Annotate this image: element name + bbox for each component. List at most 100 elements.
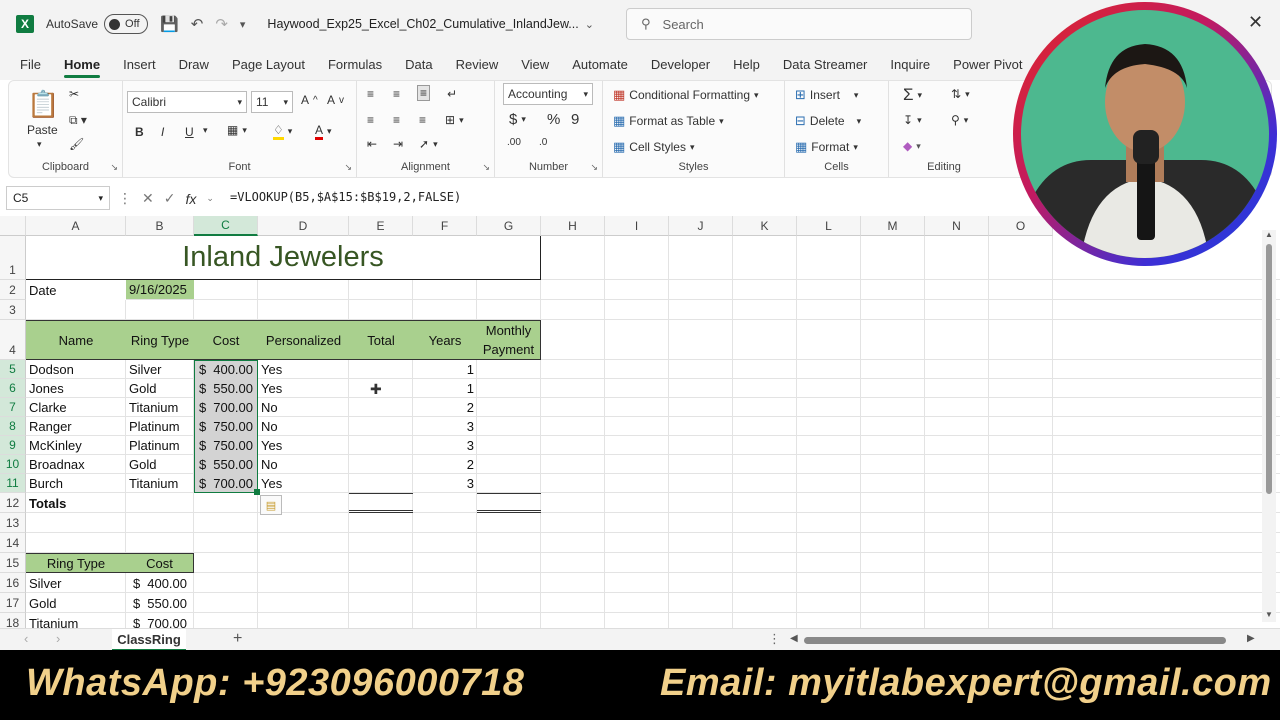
fill-color-icon[interactable]: ♢ ▾ (273, 123, 292, 140)
row-header-12[interactable]: 12 (0, 493, 26, 513)
cell-ring-type[interactable]: Titanium (126, 474, 194, 493)
row-header-6[interactable]: 6 (0, 379, 26, 398)
format-as-table-button[interactable]: ▦ Format as Table ▾ (613, 113, 724, 129)
row-header-3[interactable]: 3 (0, 300, 26, 320)
tab-help[interactable]: Help (733, 57, 760, 72)
sort-filter-icon[interactable]: ⇅ ▾ (951, 87, 970, 101)
tab-formulas[interactable]: Formulas (328, 57, 382, 72)
cell-cost[interactable]: 550.00 (200, 455, 256, 474)
underline-button[interactable]: U (185, 125, 194, 139)
column-header-l[interactable]: L (797, 216, 861, 236)
cell-name[interactable]: McKinley (26, 436, 126, 455)
row-header-16[interactable]: 16 (0, 573, 26, 593)
borders-icon[interactable]: ▦ ▾ (227, 123, 247, 137)
tab-view[interactable]: View (521, 57, 549, 72)
horizontal-scrollbar[interactable] (804, 637, 1226, 644)
currency-icon[interactable]: $ ▾ (509, 111, 526, 128)
autosave-toggle[interactable]: Off (104, 14, 149, 34)
chevron-down-icon[interactable]: ⌄ (585, 18, 594, 31)
bottom-align-icon[interactable]: ≡ (417, 85, 431, 101)
cell-cost[interactable]: 700.00 (200, 474, 256, 493)
cell-name[interactable]: Broadnax (26, 455, 126, 474)
cell-personalized[interactable]: No (258, 398, 349, 417)
cell-years[interactable]: 3 (413, 417, 477, 436)
cell-cost[interactable]: 400.00 (200, 360, 256, 379)
cut-icon[interactable]: ✂ (69, 87, 79, 101)
scroll-down-icon[interactable]: ▼ (1265, 610, 1273, 619)
column-header-a[interactable]: A (26, 216, 126, 236)
cell-ring-type[interactable]: Silver (126, 360, 194, 379)
cell-years[interactable]: 1 (413, 360, 477, 379)
comma-icon[interactable]: 9 (571, 111, 579, 128)
increase-decimal-icon[interactable]: .00 (507, 137, 521, 148)
cell-years[interactable]: 1 (413, 379, 477, 398)
cell-personalized[interactable]: No (258, 455, 349, 474)
decrease-decimal-icon[interactable]: .0 (539, 137, 547, 148)
save-icon[interactable]: 💾 (160, 15, 179, 33)
cell-years[interactable]: 3 (413, 474, 477, 493)
cell-years[interactable]: 3 (413, 436, 477, 455)
tab-file[interactable]: File (20, 57, 41, 72)
percent-icon[interactable]: % (547, 111, 560, 128)
dialog-launcher-icon[interactable]: ↘ (344, 162, 352, 173)
tab-home[interactable]: Home (63, 57, 101, 78)
cell-personalized[interactable]: Yes (258, 474, 349, 493)
autosum-icon[interactable]: Σ ▾ (903, 85, 922, 105)
cell-name[interactable]: Clarke (26, 398, 126, 417)
increase-font-icon[interactable]: A ^ (301, 93, 318, 107)
align-right-icon[interactable]: ≡ (419, 113, 426, 127)
customize-qat-icon[interactable]: ▾ (240, 18, 246, 31)
tab-developer[interactable]: Developer (651, 57, 710, 72)
column-header-b[interactable]: B (126, 216, 194, 236)
tab-inquire[interactable]: Inquire (890, 57, 930, 72)
row-header-2[interactable]: 2 (0, 280, 26, 300)
column-header-i[interactable]: I (605, 216, 669, 236)
tab-page-layout[interactable]: Page Layout (232, 57, 305, 72)
lookup-cost[interactable]: 400.00 (136, 573, 190, 593)
scroll-right-icon[interactable]: › (56, 631, 60, 646)
fill-icon[interactable]: ↧ ▾ (903, 113, 922, 127)
row-header-9[interactable]: 9 (0, 436, 26, 455)
row-header-1[interactable]: 1 (0, 236, 26, 280)
select-all-corner[interactable] (0, 216, 26, 236)
align-left-icon[interactable]: ≡ (367, 113, 374, 127)
row-header-11[interactable]: 11 (0, 474, 26, 493)
add-sheet-icon[interactable]: + (233, 630, 242, 648)
font-size-select[interactable]: 11 ▾ (251, 91, 293, 113)
vertical-scrollbar[interactable]: ▲ ▼ (1262, 230, 1276, 622)
tab-automate[interactable]: Automate (572, 57, 628, 72)
cell-ring-type[interactable]: Gold (126, 455, 194, 474)
redo-icon[interactable]: ↷ (215, 15, 228, 33)
clear-icon[interactable]: ◆ ▾ (903, 139, 921, 153)
cell-personalized[interactable]: Yes (258, 379, 349, 398)
name-box[interactable]: C5 ▾ (6, 186, 110, 210)
row-header-17[interactable]: 17 (0, 593, 26, 613)
conditional-formatting-button[interactable]: ▦ Conditional Formatting ▾ (613, 87, 759, 103)
column-header-f[interactable]: F (413, 216, 477, 236)
column-header-d[interactable]: D (258, 216, 349, 236)
align-center-icon[interactable]: ≡ (393, 113, 400, 127)
increase-indent-icon[interactable]: ⇥ (393, 137, 403, 151)
column-header-j[interactable]: J (669, 216, 733, 236)
orientation-icon[interactable]: ➚ ▾ (419, 137, 438, 151)
row-header-5[interactable]: 5 (0, 360, 26, 379)
cell-years[interactable]: 2 (413, 455, 477, 474)
dialog-launcher-icon[interactable]: ↘ (482, 162, 490, 173)
cell-cost[interactable]: 550.00 (200, 379, 256, 398)
cell-cost[interactable]: 700.00 (200, 398, 256, 417)
cell-ring-type[interactable]: Titanium (126, 398, 194, 417)
lookup-ring-type[interactable]: Gold (26, 593, 126, 613)
sheet-tab-classring[interactable]: ClassRing (112, 629, 186, 651)
insert-cells-button[interactable]: ⊞ Insert ▾ (795, 87, 858, 103)
search-box[interactable]: ⚲ Search (626, 8, 972, 40)
row-header-14[interactable]: 14 (0, 533, 26, 553)
column-header-n[interactable]: N (925, 216, 989, 236)
chevron-down-icon[interactable]: ▾ (37, 139, 42, 150)
scrollbar-thumb[interactable] (1266, 244, 1272, 494)
tab-data[interactable]: Data (405, 57, 432, 72)
scroll-left-icon[interactable]: ‹ (24, 631, 28, 646)
row-header-13[interactable]: 13 (0, 513, 26, 533)
lookup-ring-type[interactable]: Silver (26, 573, 126, 593)
lookup-cost[interactable]: 700.00 (136, 613, 190, 629)
find-select-icon[interactable]: ⚲ ▾ (951, 113, 968, 127)
